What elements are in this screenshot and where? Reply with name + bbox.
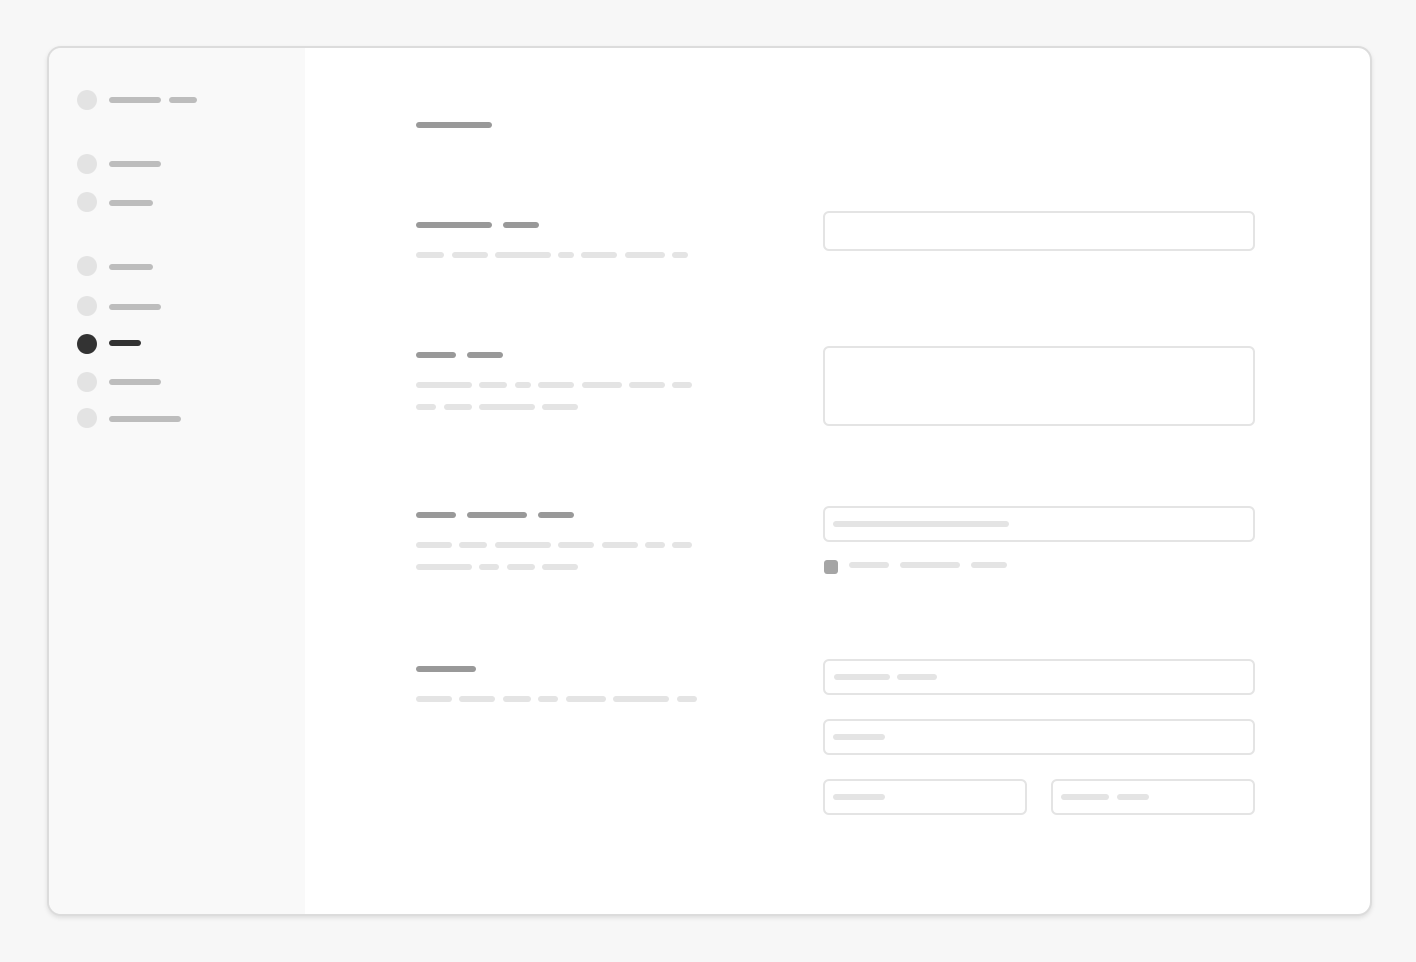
section-description <box>538 696 558 702</box>
section-heading <box>538 512 574 518</box>
checkbox-label <box>900 562 960 568</box>
section-description <box>645 542 665 548</box>
sidebar-header-sublabel <box>169 97 197 103</box>
sidebar <box>49 48 305 914</box>
page-title <box>416 122 492 128</box>
section-description <box>444 404 472 410</box>
section-description <box>507 564 535 570</box>
section-description <box>602 542 638 548</box>
dot-icon <box>77 256 97 276</box>
sidebar-item-label <box>109 161 161 167</box>
section-description <box>479 382 507 388</box>
section-description <box>629 382 665 388</box>
address-line-1-input[interactable] <box>823 659 1255 695</box>
section-description <box>672 252 688 258</box>
checkbox[interactable] <box>824 560 838 574</box>
checkbox-label <box>849 562 889 568</box>
main-content <box>305 48 1370 914</box>
section-description <box>582 382 622 388</box>
input-placeholder <box>897 674 937 680</box>
section-description <box>416 564 472 570</box>
section-description <box>558 542 594 548</box>
sidebar-item-4[interactable] <box>69 292 269 320</box>
dot-icon <box>77 154 97 174</box>
sidebar-item-label <box>109 340 141 346</box>
dot-icon <box>77 192 97 212</box>
section-description <box>495 542 551 548</box>
sidebar-item-label <box>109 379 161 385</box>
section-description <box>672 542 692 548</box>
city-input[interactable] <box>823 779 1027 815</box>
sidebar-item-1[interactable] <box>69 150 269 178</box>
checkbox-label <box>971 562 1007 568</box>
section-description <box>416 382 472 388</box>
sidebar-header-label <box>109 97 161 103</box>
section-description <box>452 252 488 258</box>
section-description <box>542 564 578 570</box>
sidebar-item-3[interactable] <box>69 252 269 280</box>
section-heading <box>503 222 539 228</box>
section-description <box>672 382 692 388</box>
section-description <box>503 696 531 702</box>
section-heading <box>416 222 492 228</box>
section-description <box>515 382 531 388</box>
dot-icon <box>77 90 97 110</box>
section-description <box>542 404 578 410</box>
section-description <box>625 252 665 258</box>
address-line-2-input[interactable] <box>823 719 1255 755</box>
section-description <box>416 542 452 548</box>
input-placeholder <box>1061 794 1109 800</box>
section-heading <box>467 352 503 358</box>
sidebar-item-5-active[interactable] <box>69 330 269 358</box>
textarea-input[interactable] <box>823 346 1255 426</box>
section-description <box>677 696 697 702</box>
section-description <box>416 404 436 410</box>
section-heading <box>416 666 476 672</box>
sidebar-item-label <box>109 416 181 422</box>
section-description <box>495 252 551 258</box>
section-description <box>613 696 669 702</box>
sidebar-item-label <box>109 264 153 270</box>
postal-code-input[interactable] <box>1051 779 1255 815</box>
section-description <box>581 252 617 258</box>
settings-window <box>47 46 1372 916</box>
section-description <box>459 696 495 702</box>
section-heading <box>416 512 456 518</box>
dot-icon <box>77 372 97 392</box>
dot-icon <box>77 296 97 316</box>
section-description <box>558 252 574 258</box>
section-heading <box>416 352 456 358</box>
sidebar-item-label <box>109 200 153 206</box>
dot-icon <box>77 408 97 428</box>
input-placeholder <box>833 521 1009 527</box>
section-description <box>566 696 606 702</box>
input-placeholder <box>1117 794 1149 800</box>
input-placeholder <box>833 734 885 740</box>
url-input[interactable] <box>823 506 1255 542</box>
sidebar-item-6[interactable] <box>69 368 269 396</box>
sidebar-item-7[interactable] <box>69 404 269 432</box>
section-description <box>416 252 444 258</box>
section-description <box>479 564 499 570</box>
section-description <box>416 696 452 702</box>
section-description <box>459 542 487 548</box>
sidebar-header[interactable] <box>69 86 269 114</box>
input-placeholder <box>833 794 885 800</box>
dot-icon-active <box>77 334 97 354</box>
section-description <box>479 404 535 410</box>
section-description <box>538 382 574 388</box>
sidebar-item-2[interactable] <box>69 188 269 216</box>
section-heading <box>467 512 527 518</box>
input-placeholder <box>834 674 890 680</box>
text-input[interactable] <box>823 211 1255 251</box>
sidebar-item-label <box>109 304 161 310</box>
